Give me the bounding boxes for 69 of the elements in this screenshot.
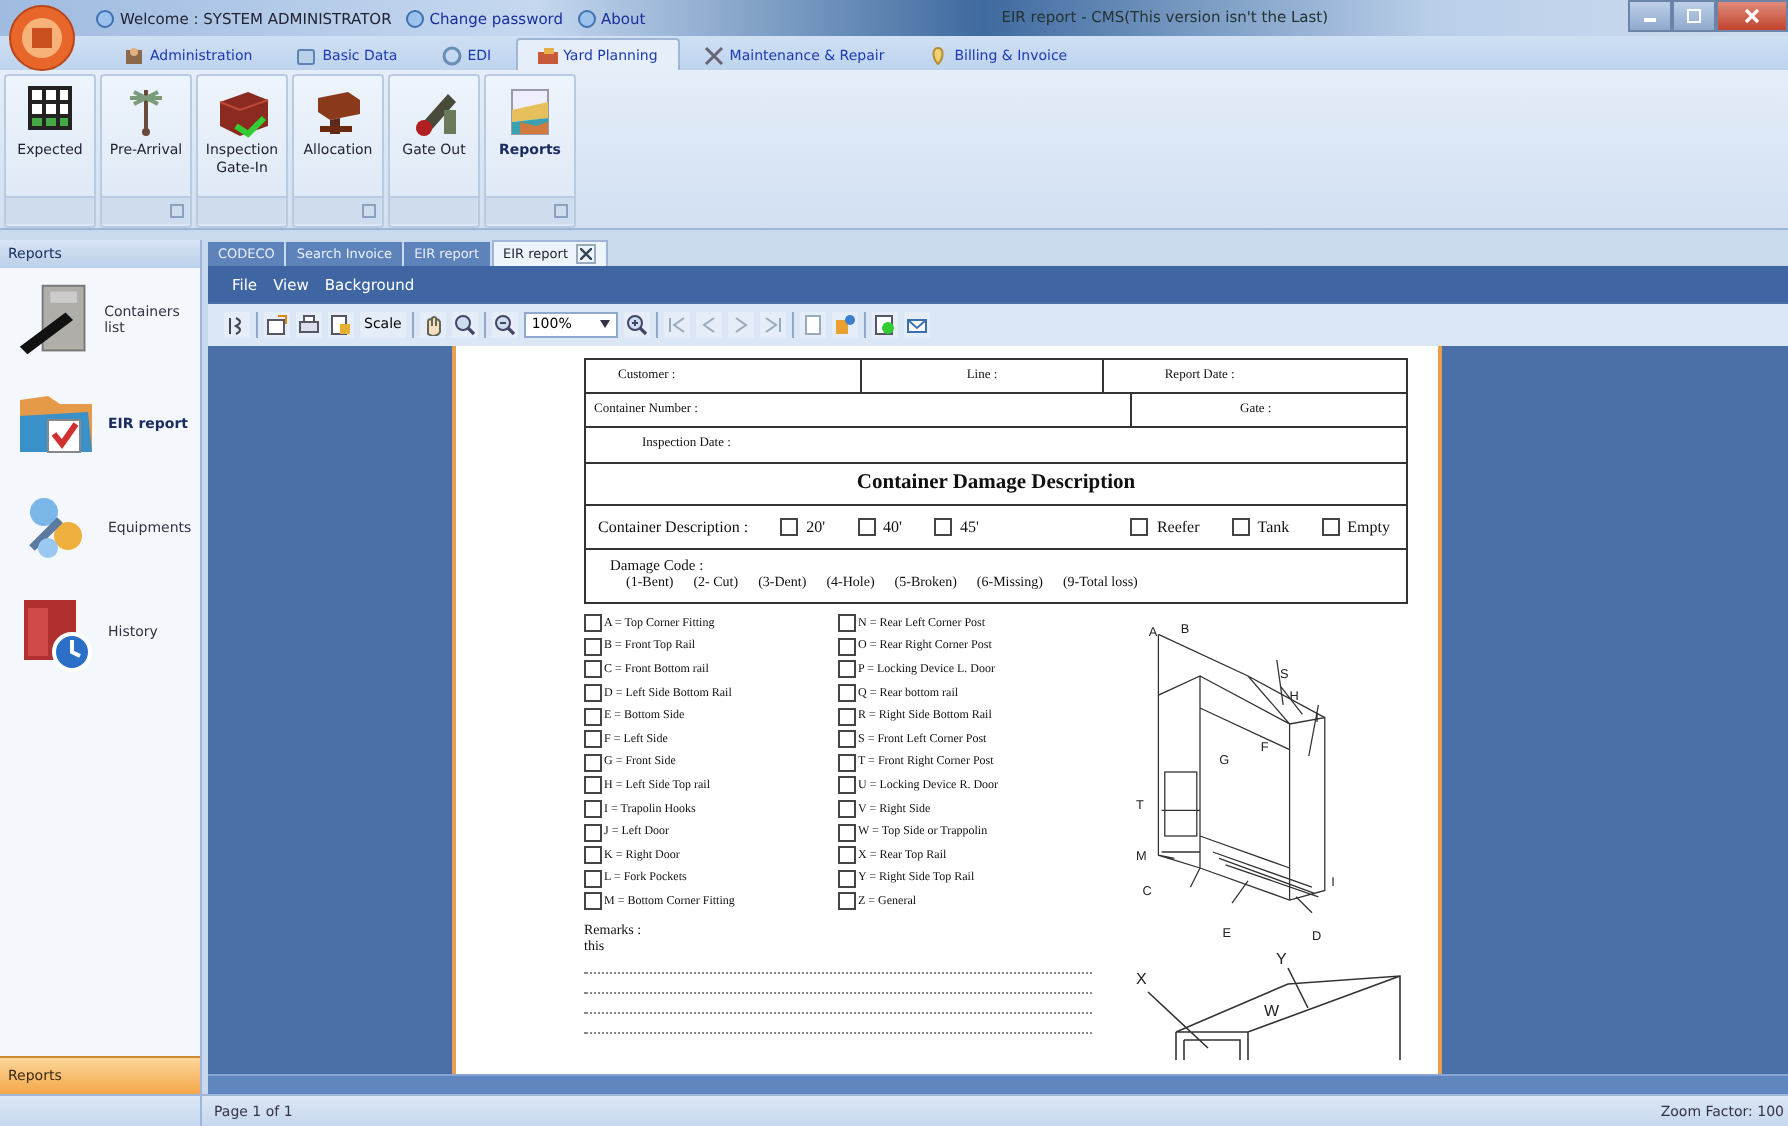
checkbox[interactable] — [838, 730, 856, 749]
diagram-label: Y — [1276, 950, 1287, 968]
scrollbar[interactable] — [208, 1074, 1788, 1094]
checkbox[interactable] — [584, 730, 602, 749]
checkbox[interactable] — [1130, 518, 1149, 536]
option-label: Tank — [1257, 518, 1290, 536]
tab-icon — [928, 45, 949, 65]
globe-icon — [96, 9, 114, 27]
checkbox[interactable] — [838, 823, 856, 842]
magnifier-icon[interactable] — [451, 311, 478, 337]
close-button[interactable] — [1716, 0, 1788, 32]
zoom-in-icon[interactable] — [623, 311, 650, 337]
caret-icon — [599, 320, 610, 328]
checkbox[interactable] — [838, 869, 856, 888]
option-label: 20' — [806, 518, 826, 536]
checkbox[interactable] — [838, 846, 856, 865]
globe-icon — [577, 9, 596, 27]
option-label: 45' — [960, 518, 979, 536]
hand-icon[interactable] — [419, 311, 446, 337]
checkbox[interactable] — [584, 660, 602, 679]
close-icon — [1744, 8, 1760, 24]
checkbox[interactable] — [584, 776, 602, 795]
option-label: Reefer — [1156, 518, 1200, 536]
checkbox[interactable] — [838, 707, 856, 726]
checkbox[interactable] — [584, 614, 602, 633]
minimize-button[interactable] — [1628, 0, 1672, 32]
export-icon[interactable] — [871, 311, 898, 337]
diagram-label: W — [1264, 1002, 1280, 1020]
tab-icon — [296, 45, 317, 65]
email-icon[interactable] — [903, 311, 930, 337]
checkbox[interactable] — [584, 800, 602, 819]
tab-icon — [537, 45, 558, 65]
open-icon[interactable] — [264, 311, 290, 337]
checkbox[interactable] — [1231, 518, 1250, 536]
checkbox[interactable] — [584, 637, 602, 656]
print-icon[interactable] — [296, 311, 322, 337]
tab-icon — [124, 45, 144, 65]
checkbox[interactable] — [584, 823, 602, 842]
page-setup-icon[interactable] — [328, 311, 354, 337]
checkbox[interactable] — [838, 753, 856, 772]
report-title: Container Damage Description — [584, 462, 1408, 504]
checkbox[interactable] — [838, 637, 856, 656]
checkbox[interactable] — [838, 800, 856, 819]
option-label: 40' — [883, 518, 902, 536]
zoom-out-icon[interactable] — [491, 311, 518, 337]
checkbox[interactable] — [934, 518, 952, 536]
checkbox[interactable] — [584, 892, 602, 911]
checkbox[interactable] — [584, 684, 602, 703]
checkbox[interactable] — [838, 776, 856, 795]
field-label: Container Description : — [598, 518, 749, 536]
option-label: Empty — [1347, 518, 1390, 536]
checkbox[interactable] — [584, 846, 602, 865]
checkbox[interactable] — [1321, 518, 1340, 536]
checkbox[interactable] — [584, 707, 602, 726]
maximize-button[interactable] — [1672, 0, 1716, 32]
checkbox[interactable] — [857, 518, 876, 536]
checkbox[interactable] — [780, 518, 799, 536]
tab-icon — [441, 45, 462, 65]
checkbox[interactable] — [838, 892, 856, 911]
checkbox[interactable] — [584, 753, 602, 772]
checkbox[interactable] — [584, 869, 602, 888]
close-icon[interactable] — [576, 244, 596, 264]
tab-icon — [703, 45, 724, 65]
globe-icon — [405, 9, 424, 27]
diagram-label: X — [1136, 970, 1147, 988]
maximize-icon — [1686, 8, 1702, 24]
checkbox[interactable] — [838, 684, 856, 703]
checkbox[interactable] — [838, 614, 856, 633]
checkbox[interactable] — [838, 660, 856, 679]
